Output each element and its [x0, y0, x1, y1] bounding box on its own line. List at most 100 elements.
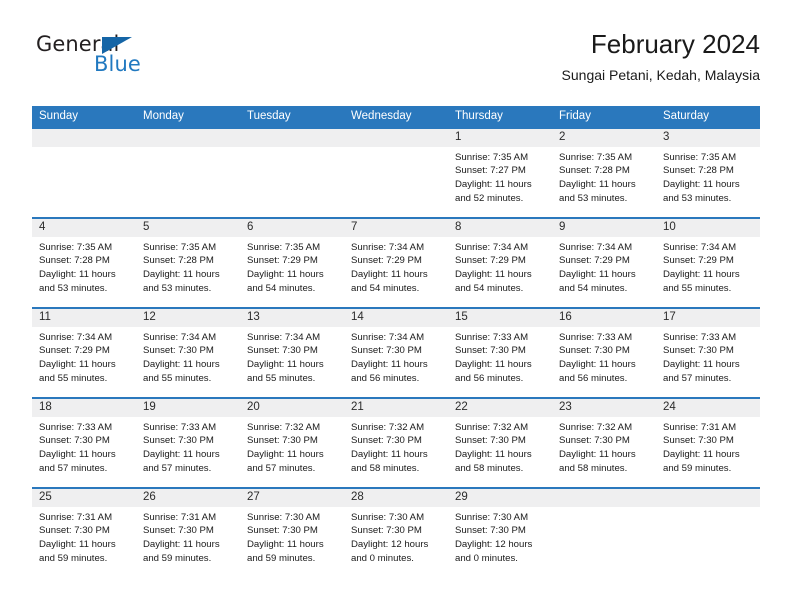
day-cell[interactable] — [656, 488, 760, 577]
day-cell[interactable]: 16 Sunrise: 7:33 AM Sunset: 7:30 PM Dayl… — [552, 308, 656, 397]
day-details: Sunrise: 7:32 AM Sunset: 7:30 PM Dayligh… — [448, 417, 552, 475]
daylight-text-line1: Daylight: 11 hours — [351, 269, 428, 281]
daylight-text-line2: and 59 minutes. — [39, 552, 108, 564]
title-block: February 2024 Sungai Petani, Kedah, Mala… — [562, 29, 760, 83]
daylight-text-line2: and 55 minutes. — [143, 372, 212, 384]
day-cell[interactable]: 25 Sunrise: 7:31 AM Sunset: 7:30 PM Dayl… — [32, 488, 136, 577]
day-number: 5 — [136, 218, 240, 237]
day-cell[interactable]: 7 Sunrise: 7:34 AM Sunset: 7:29 PM Dayli… — [344, 218, 448, 307]
daylight-text-line1: Daylight: 11 hours — [559, 269, 636, 281]
daylight-text-line2: and 56 minutes. — [351, 372, 420, 384]
day-cell[interactable]: 13 Sunrise: 7:34 AM Sunset: 7:30 PM Dayl… — [240, 308, 344, 397]
day-cell[interactable] — [552, 488, 656, 577]
day-number: 26 — [136, 488, 240, 507]
sunset-text: Sunset: 7:30 PM — [559, 345, 630, 357]
day-cell[interactable]: 10 Sunrise: 7:34 AM Sunset: 7:29 PM Dayl… — [656, 218, 760, 307]
day-cell[interactable]: 29 Sunrise: 7:30 AM Sunset: 7:30 PM Dayl… — [448, 488, 552, 577]
sunset-text: Sunset: 7:29 PM — [455, 255, 526, 267]
daylight-text-line2: and 56 minutes. — [455, 372, 524, 384]
sunrise-text: Sunrise: 7:31 AM — [143, 511, 217, 523]
day-cell[interactable]: 19 Sunrise: 7:33 AM Sunset: 7:30 PM Dayl… — [136, 398, 240, 487]
day-number: 4 — [32, 218, 136, 237]
week-row: 11 Sunrise: 7:34 AM Sunset: 7:29 PM Dayl… — [32, 306, 760, 397]
day-number — [32, 128, 136, 147]
sunrise-text: Sunrise: 7:30 AM — [455, 511, 529, 523]
day-cell[interactable]: 4 Sunrise: 7:35 AM Sunset: 7:28 PM Dayli… — [32, 218, 136, 307]
daylight-text-line1: Daylight: 11 hours — [559, 359, 636, 371]
sunrise-text: Sunrise: 7:34 AM — [663, 241, 737, 253]
day-cell[interactable]: 5 Sunrise: 7:35 AM Sunset: 7:28 PM Dayli… — [136, 218, 240, 307]
page-header: General Blue February 2024 Sungai Petani… — [32, 29, 760, 98]
day-cell[interactable]: 3 Sunrise: 7:35 AM Sunset: 7:28 PM Dayli… — [656, 128, 760, 217]
daylight-text-line2: and 58 minutes. — [559, 462, 628, 474]
sunset-text: Sunset: 7:30 PM — [663, 345, 734, 357]
day-cell[interactable]: 24 Sunrise: 7:31 AM Sunset: 7:30 PM Dayl… — [656, 398, 760, 487]
day-details: Sunrise: 7:35 AM Sunset: 7:29 PM Dayligh… — [240, 237, 344, 295]
sunrise-text: Sunrise: 7:30 AM — [247, 511, 321, 523]
day-cell[interactable]: 21 Sunrise: 7:32 AM Sunset: 7:30 PM Dayl… — [344, 398, 448, 487]
day-cell[interactable]: 15 Sunrise: 7:33 AM Sunset: 7:30 PM Dayl… — [448, 308, 552, 397]
daylight-text-line2: and 53 minutes. — [39, 282, 108, 294]
calendar-grid: Sunday Monday Tuesday Wednesday Thursday… — [32, 106, 760, 577]
day-cell[interactable] — [136, 128, 240, 217]
sunset-text: Sunset: 7:30 PM — [455, 525, 526, 537]
sunset-text: Sunset: 7:30 PM — [247, 435, 318, 447]
day-number — [344, 128, 448, 147]
day-cell[interactable]: 6 Sunrise: 7:35 AM Sunset: 7:29 PM Dayli… — [240, 218, 344, 307]
day-details: Sunrise: 7:32 AM Sunset: 7:30 PM Dayligh… — [240, 417, 344, 475]
day-cell[interactable] — [240, 128, 344, 217]
sunset-text: Sunset: 7:30 PM — [663, 435, 734, 447]
day-details: Sunrise: 7:30 AM Sunset: 7:30 PM Dayligh… — [344, 507, 448, 565]
day-cell[interactable]: 28 Sunrise: 7:30 AM Sunset: 7:30 PM Dayl… — [344, 488, 448, 577]
sunset-text: Sunset: 7:29 PM — [39, 345, 110, 357]
sunrise-text: Sunrise: 7:34 AM — [559, 241, 633, 253]
day-cell[interactable]: 17 Sunrise: 7:33 AM Sunset: 7:30 PM Dayl… — [656, 308, 760, 397]
day-number: 14 — [344, 308, 448, 327]
day-cell[interactable]: 12 Sunrise: 7:34 AM Sunset: 7:30 PM Dayl… — [136, 308, 240, 397]
daylight-text-line2: and 59 minutes. — [663, 462, 732, 474]
day-cell[interactable]: 1 Sunrise: 7:35 AM Sunset: 7:27 PM Dayli… — [448, 128, 552, 217]
sunrise-text: Sunrise: 7:32 AM — [559, 421, 633, 433]
day-cell[interactable]: 8 Sunrise: 7:34 AM Sunset: 7:29 PM Dayli… — [448, 218, 552, 307]
day-cell[interactable]: 20 Sunrise: 7:32 AM Sunset: 7:30 PM Dayl… — [240, 398, 344, 487]
day-details: Sunrise: 7:30 AM Sunset: 7:30 PM Dayligh… — [448, 507, 552, 565]
day-number: 7 — [344, 218, 448, 237]
sunrise-text: Sunrise: 7:34 AM — [351, 331, 425, 343]
weekday-header-sunday: Sunday — [39, 110, 79, 122]
day-number: 16 — [552, 308, 656, 327]
day-cell[interactable]: 23 Sunrise: 7:32 AM Sunset: 7:30 PM Dayl… — [552, 398, 656, 487]
daylight-text-line2: and 55 minutes. — [39, 372, 108, 384]
day-number: 22 — [448, 398, 552, 417]
daylight-text-line1: Daylight: 11 hours — [143, 449, 220, 461]
daylight-text-line2: and 57 minutes. — [663, 372, 732, 384]
day-details: Sunrise: 7:35 AM Sunset: 7:28 PM Dayligh… — [32, 237, 136, 295]
day-cell[interactable]: 27 Sunrise: 7:30 AM Sunset: 7:30 PM Dayl… — [240, 488, 344, 577]
sunrise-text: Sunrise: 7:33 AM — [39, 421, 113, 433]
day-details: Sunrise: 7:34 AM Sunset: 7:30 PM Dayligh… — [344, 327, 448, 385]
daylight-text-line1: Daylight: 11 hours — [455, 269, 532, 281]
day-cell[interactable]: 26 Sunrise: 7:31 AM Sunset: 7:30 PM Dayl… — [136, 488, 240, 577]
day-cell[interactable]: 18 Sunrise: 7:33 AM Sunset: 7:30 PM Dayl… — [32, 398, 136, 487]
daylight-text-line1: Daylight: 11 hours — [39, 449, 116, 461]
day-cell[interactable] — [344, 128, 448, 217]
day-number: 28 — [344, 488, 448, 507]
day-cell[interactable] — [32, 128, 136, 217]
daylight-text-line2: and 55 minutes. — [247, 372, 316, 384]
day-cell[interactable]: 22 Sunrise: 7:32 AM Sunset: 7:30 PM Dayl… — [448, 398, 552, 487]
day-cell[interactable]: 14 Sunrise: 7:34 AM Sunset: 7:30 PM Dayl… — [344, 308, 448, 397]
daylight-text-line2: and 56 minutes. — [559, 372, 628, 384]
day-details: Sunrise: 7:34 AM Sunset: 7:29 PM Dayligh… — [448, 237, 552, 295]
sunset-text: Sunset: 7:28 PM — [663, 165, 734, 177]
daylight-text-line2: and 0 minutes. — [455, 552, 518, 564]
day-cell[interactable]: 9 Sunrise: 7:34 AM Sunset: 7:29 PM Dayli… — [552, 218, 656, 307]
sunrise-text: Sunrise: 7:32 AM — [351, 421, 425, 433]
general-blue-logo[interactable]: General Blue — [32, 34, 252, 94]
daylight-text-line1: Daylight: 11 hours — [247, 269, 324, 281]
weekday-header-row: Sunday Monday Tuesday Wednesday Thursday… — [32, 106, 760, 129]
day-details: Sunrise: 7:31 AM Sunset: 7:30 PM Dayligh… — [656, 417, 760, 475]
daylight-text-line1: Daylight: 12 hours — [351, 539, 429, 551]
sunrise-text: Sunrise: 7:34 AM — [351, 241, 425, 253]
daylight-text-line2: and 53 minutes. — [559, 192, 628, 204]
day-cell[interactable]: 2 Sunrise: 7:35 AM Sunset: 7:28 PM Dayli… — [552, 128, 656, 217]
day-cell[interactable]: 11 Sunrise: 7:34 AM Sunset: 7:29 PM Dayl… — [32, 308, 136, 397]
